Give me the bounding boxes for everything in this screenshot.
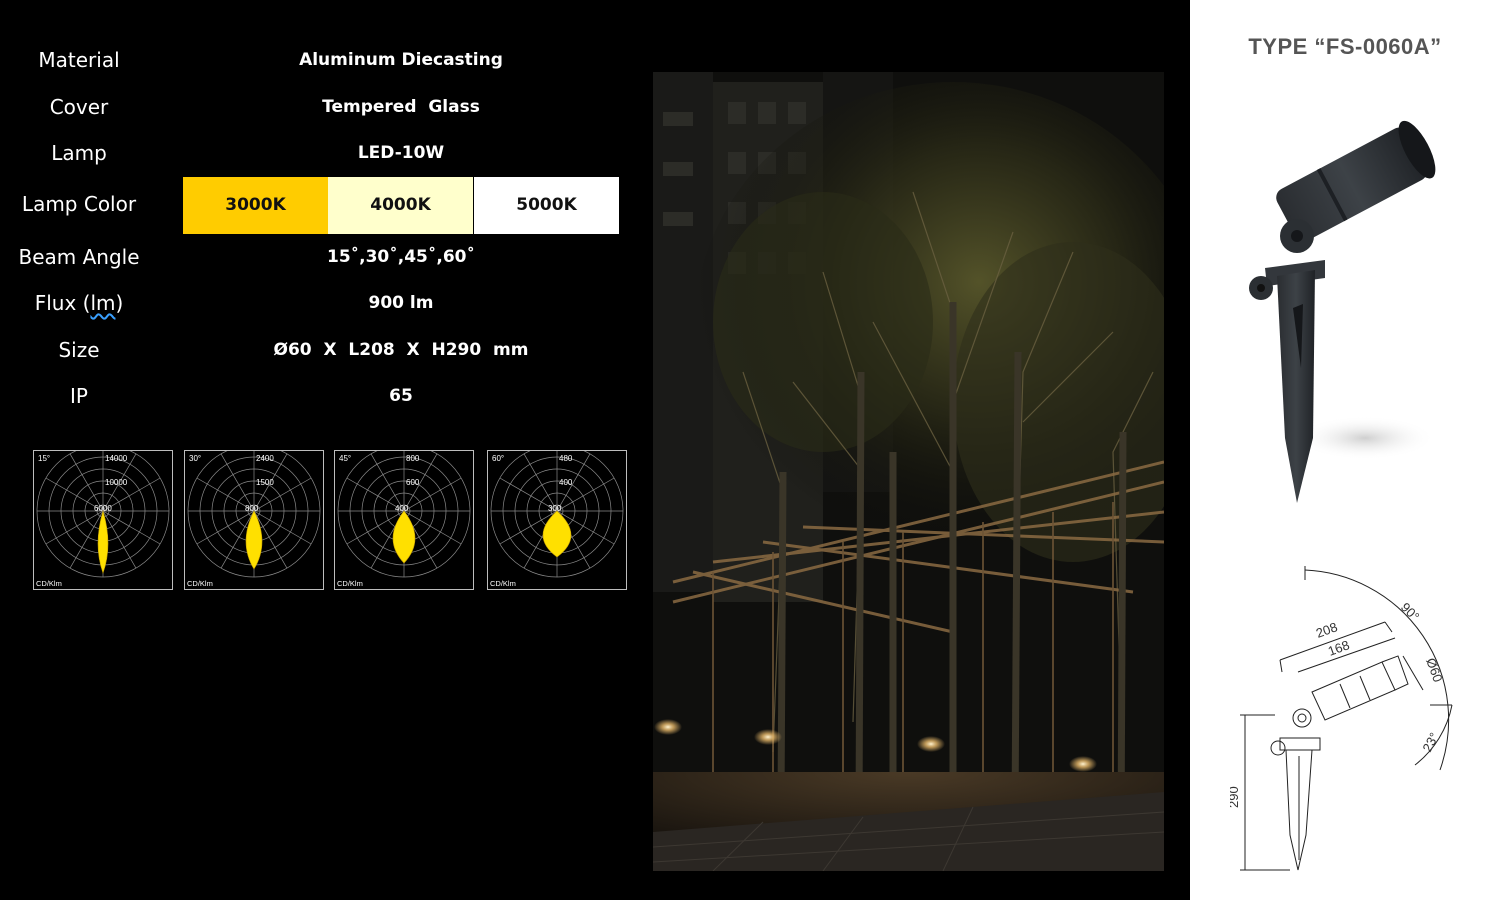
dim-length-body: 168 <box>1326 637 1352 659</box>
beam-lobe <box>245 510 263 570</box>
polar-ring-label: 480 <box>559 454 573 463</box>
color-swatch-3000k: 3000K <box>183 177 328 234</box>
color-swatch-4000k: 4000K <box>328 177 473 234</box>
polar-ring-label: 300 <box>548 504 562 513</box>
polar-ring-label: 600 <box>406 478 420 487</box>
beam-lobe <box>392 510 416 564</box>
spec-label-lamp-color: Lamp Color <box>21 192 137 216</box>
spec-label-beam-angle: Beam Angle <box>18 245 140 269</box>
polar-diagram-graphic: 30° 2400 1500 800 CD/Klm <box>187 451 321 588</box>
polar-unit-label: CD/Klm <box>337 579 363 588</box>
polar-ring-label: 6000 <box>94 504 112 513</box>
beam-lobe <box>97 509 109 574</box>
polar-unit-label: CD/Klm <box>187 579 213 588</box>
polar-diagram-45: 45° 800 600 400 CD/Klm <box>334 450 474 590</box>
polar-diagram-graphic: 60° 480 400 300 CD/Klm <box>490 451 624 588</box>
dim-height: 290 <box>1230 786 1241 808</box>
polar-ring-label: 400 <box>559 478 573 487</box>
polar-diagram-60: 60° 480 400 300 CD/Klm <box>487 450 627 590</box>
installation-photo <box>653 72 1164 871</box>
product-type-title: TYPE “FS-0060A” <box>1248 34 1442 59</box>
spec-label-material: Material <box>38 48 120 72</box>
product-panel: TYPE “FS-0060A” 208 168 Ø60 90° 23° 290 <box>1190 0 1500 900</box>
polar-unit-label: CD/Klm <box>36 579 62 588</box>
spec-label-ip: IP <box>70 384 88 408</box>
polar-unit-label: CD/Klm <box>490 579 516 588</box>
polar-ring-label: 800 <box>406 454 420 463</box>
polar-angle-label: 30° <box>189 454 201 463</box>
polar-diagram-graphic: 45° 800 600 400 CD/Klm <box>337 451 471 588</box>
polar-ring-label: 1500 <box>256 478 274 487</box>
dimension-drawing: 208 168 Ø60 90° 23° 290 <box>1230 566 1453 871</box>
flux-label-suffix: ) <box>115 291 124 315</box>
polar-diagram-30: 30° 2400 1500 800 CD/Klm <box>184 450 324 590</box>
polar-angle-label: 60° <box>492 454 504 463</box>
spec-label-flux: Flux (lm) <box>0 291 158 315</box>
polar-diagram-graphic: 15° 14000 10000 6000 CD/Klm <box>36 451 170 588</box>
polar-ring-label: 2400 <box>256 454 274 463</box>
spec-value-lamp: LED-10W <box>357 143 445 163</box>
spec-value-ip: 65 <box>389 386 413 406</box>
polar-ring-label: 400 <box>395 504 409 513</box>
spec-value-cover: Tempered Glass <box>322 97 480 117</box>
spec-value-material: Aluminum Diecasting <box>299 50 503 70</box>
dim-length-overall: 208 <box>1314 619 1340 641</box>
spec-value-beam-angle: 15˚,30˚,45˚,60˚ <box>326 247 475 267</box>
dim-tilt-angle: 90° <box>1398 600 1423 625</box>
spec-label-lamp: Lamp <box>51 141 107 165</box>
flux-label-prefix: Flux ( <box>34 291 91 315</box>
spec-value-flux: 900 lm <box>368 293 434 313</box>
night-scene-illustration <box>653 72 1164 871</box>
polar-angle-label: 45° <box>339 454 351 463</box>
polar-diagram-15: 15° 14000 10000 6000 CD/Klm <box>33 450 173 590</box>
dim-diameter: Ø60 <box>1423 656 1446 684</box>
flux-label-unit: lm <box>90 291 116 315</box>
spec-value-size: Ø60 X L208 X H290 mm <box>273 340 529 360</box>
dim-down-angle: 23° <box>1419 730 1441 754</box>
spec-label-size: Size <box>58 338 100 362</box>
polar-ring-label: 14000 <box>105 454 128 463</box>
spec-label-cover: Cover <box>49 95 109 119</box>
polar-ring-label: 10000 <box>105 478 128 487</box>
spec-row-lamp-color: Lamp Color 3000K 4000K 5000K <box>0 177 640 234</box>
color-swatch-5000k: 5000K <box>474 177 619 234</box>
polar-angle-label: 15° <box>38 454 50 463</box>
product-render <box>1249 120 1436 503</box>
polar-ring-label: 800 <box>245 504 259 513</box>
beam-lobe <box>542 510 572 558</box>
